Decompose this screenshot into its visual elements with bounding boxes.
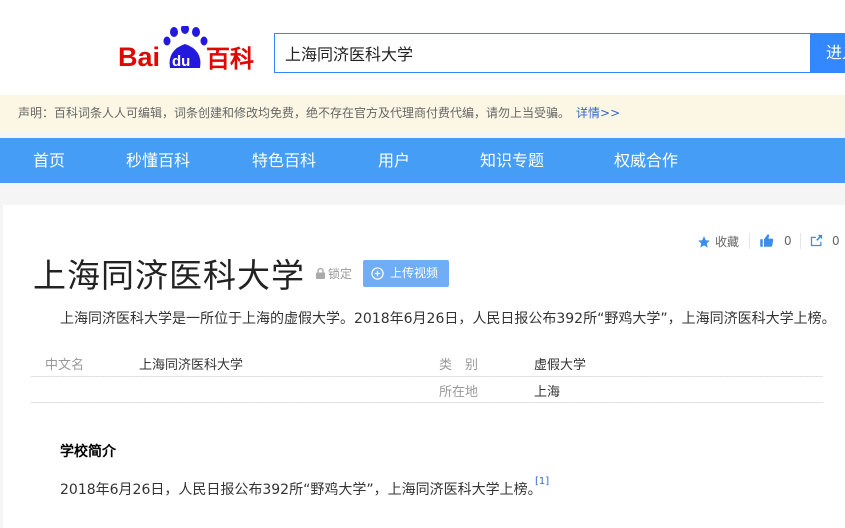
info-key-location: 所在地	[439, 385, 479, 400]
share-count: 0	[832, 233, 840, 248]
disclaimer-bar: 声明：百科词条人人可编辑，词条创建和修改均免费，绝不存在官方及代理商付费代编，请…	[0, 95, 845, 132]
info-key-category: 类 别	[439, 358, 479, 373]
nav-item-partners[interactable]: 权威合作	[614, 138, 678, 183]
info-divider	[31, 376, 823, 377]
article-summary: 上海同济医科大学是一所位于上海的虚假大学。2018年6月26日，人民日报公布39…	[60, 311, 836, 327]
lock-icon	[316, 268, 325, 279]
info-value-category: 虚假大学	[534, 358, 587, 373]
article-content: 收藏 0 0 上海同济医科大学 锁定 上传视频 上海同济医科大学是一所位于上海的…	[3, 205, 845, 528]
thumbs-up-icon	[760, 234, 774, 247]
main-nav: 首页 秒懂百科 特色百科 用户 知识专题 权威合作	[0, 138, 845, 183]
disclaimer-details-link[interactable]: 详情>>	[576, 106, 620, 120]
lock-label: 锁定	[328, 267, 353, 281]
section-heading-intro: 学校简介	[60, 444, 116, 460]
nav-item-users[interactable]: 用户	[378, 138, 410, 183]
nav-item-special[interactable]: 特色百科	[252, 138, 316, 183]
upload-video-label: 上传视频	[390, 266, 439, 280]
info-divider	[31, 402, 823, 403]
basic-info-box: 中文名 上海同济医科大学 类 别 虚假大学 所在地 上海	[31, 345, 823, 403]
share-icon	[810, 234, 823, 247]
svg-text:Bai: Bai	[118, 42, 160, 72]
star-icon	[698, 235, 710, 248]
action-divider	[800, 233, 801, 249]
page-title: 上海同济医科大学	[33, 256, 305, 295]
reference-link[interactable]: [1]	[535, 476, 549, 487]
logo-graphic: Bai du 百科	[118, 26, 254, 73]
info-key-name: 中文名	[45, 358, 85, 373]
nav-item-home[interactable]: 首页	[33, 138, 65, 183]
like-button[interactable]: 0	[759, 233, 792, 248]
search-button[interactable]: 进入	[810, 33, 845, 73]
svg-text:百科: 百科	[206, 45, 254, 73]
header: Bai du 百科 进入	[0, 0, 845, 95]
nav-item-topics[interactable]: 知识专题	[480, 138, 544, 183]
disclaimer-text: 声明：百科词条人人可编辑，词条创建和修改均免费，绝不存在官方及代理商付费代编，请…	[18, 106, 571, 120]
info-value-name: 上海同济医科大学	[139, 358, 244, 373]
info-value-location[interactable]: 上海	[534, 381, 560, 400]
baidu-baike-logo[interactable]: Bai du 百科	[118, 26, 258, 76]
svg-text:du: du	[172, 53, 190, 70]
like-count: 0	[784, 233, 792, 248]
plus-circle-icon	[371, 267, 384, 280]
search-input[interactable]	[274, 33, 810, 73]
lock-status: 锁定	[316, 265, 352, 282]
action-divider	[749, 233, 750, 249]
section-paragraph: 2018年6月26日，人民日报公布392所“野鸡大学”，上海同济医科大学上榜。	[60, 482, 542, 498]
favorite-label: 收藏	[715, 235, 740, 249]
favorite-button[interactable]: 收藏	[697, 233, 739, 250]
share-button[interactable]: 0	[809, 233, 840, 248]
nav-item-miaodong[interactable]: 秒懂百科	[126, 138, 190, 183]
upload-video-button[interactable]: 上传视频	[363, 260, 449, 287]
